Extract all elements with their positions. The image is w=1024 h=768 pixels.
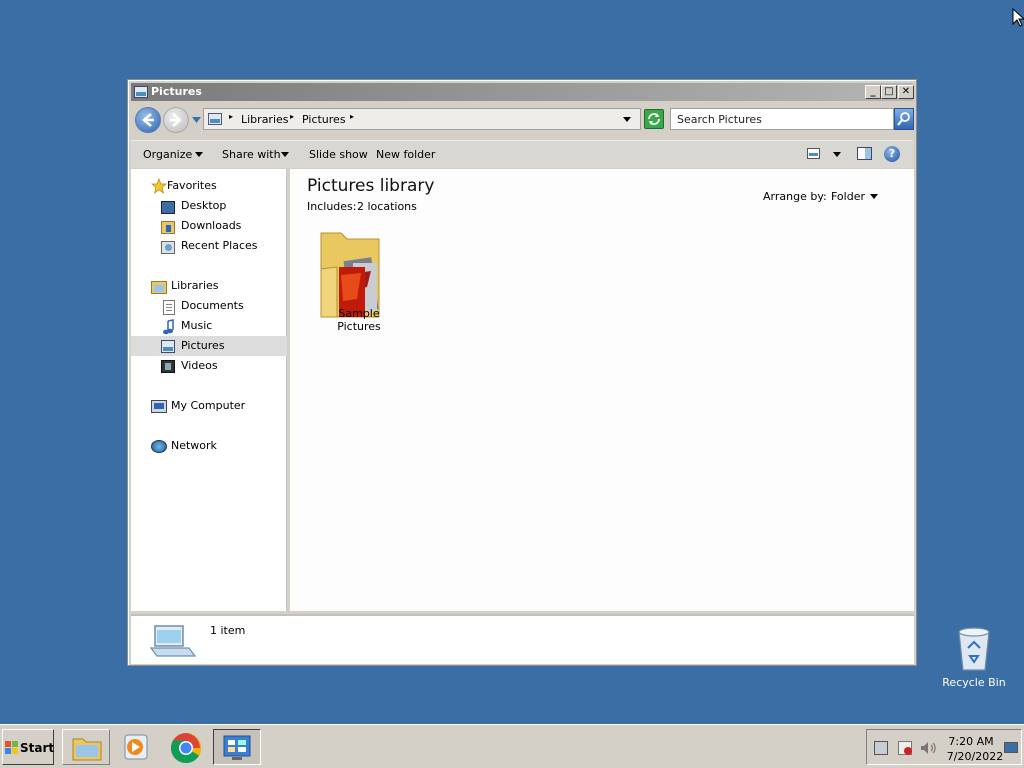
window-title: Pictures <box>151 85 202 98</box>
breadcrumb-libraries[interactable]: Libraries <box>241 113 289 126</box>
clock-date[interactable]: 7/20/2022 <box>945 750 1005 763</box>
action-center-icon[interactable] <box>898 741 912 755</box>
taskbar-media-player[interactable] <box>118 729 154 765</box>
nav-desktop[interactable]: Desktop <box>181 196 226 216</box>
share-with-button[interactable]: Share with <box>222 148 281 161</box>
minimize-button[interactable]: _ <box>865 85 881 99</box>
search-button[interactable] <box>894 108 914 130</box>
help-icon[interactable]: ? <box>884 146 900 162</box>
start-button[interactable]: Start <box>2 729 54 765</box>
search-icon <box>897 112 910 126</box>
organize-button[interactable]: Organize <box>143 148 192 161</box>
network-tray-icon[interactable] <box>874 741 888 755</box>
taskbar: Start 7:20 AM 7/20/2022 <box>0 724 1024 768</box>
library-icon <box>208 113 222 125</box>
nav-libraries[interactable]: Libraries <box>171 276 219 296</box>
title-bar[interactable]: Pictures _ □ ✕ <box>131 83 914 101</box>
refresh-icon <box>648 113 660 125</box>
library-title: Pictures library <box>307 176 435 196</box>
slide-show-button[interactable]: Slide show <box>309 148 368 161</box>
view-dropdown-icon[interactable] <box>833 152 841 157</box>
search-input[interactable]: Search Pictures <box>670 108 894 130</box>
recent-pages-dropdown-icon[interactable] <box>192 117 201 123</box>
chrome-icon <box>170 733 202 764</box>
recycle-bin-icon <box>958 627 990 671</box>
folder-icon <box>320 232 380 318</box>
new-folder-button[interactable]: New folder <box>376 148 435 161</box>
documents-icon <box>163 300 175 315</box>
arrange-dropdown-icon[interactable] <box>870 194 878 199</box>
library-items-icon <box>149 625 197 657</box>
maximize-button[interactable]: □ <box>881 85 897 99</box>
show-desktop-icon[interactable] <box>1004 742 1018 753</box>
start-label: Start <box>20 741 55 755</box>
navigation-pane: Favorites Desktop Downloads Recent Place… <box>131 169 287 611</box>
forward-arrow-icon <box>170 113 182 127</box>
taskbar-chrome[interactable] <box>167 729 205 765</box>
breadcrumb-chevron-icon[interactable]: ▸ <box>229 112 233 121</box>
folder-icon <box>72 738 102 761</box>
includes-label: Includes: <box>307 200 357 213</box>
taskbar-control-panel-active[interactable] <box>213 729 261 765</box>
media-player-icon <box>124 734 148 760</box>
network-icon <box>151 440 167 453</box>
back-arrow-icon <box>142 113 154 127</box>
pictures-icon <box>134 86 148 98</box>
view-options-button[interactable] <box>807 148 820 159</box>
nav-favorites[interactable]: Favorites <box>167 176 217 196</box>
refresh-button[interactable] <box>644 109 664 129</box>
clock-time[interactable]: 7:20 AM <box>945 735 997 748</box>
back-button[interactable] <box>135 107 161 133</box>
address-history-dropdown-icon[interactable] <box>623 117 631 122</box>
details-pane: 1 item <box>131 614 914 664</box>
forward-button[interactable] <box>163 107 189 133</box>
windows-logo-icon <box>5 741 18 754</box>
explorer-window: Pictures _ □ ✕ ▸ Libraries ▸ Pictures ▸ … <box>127 79 917 666</box>
desktop-icon <box>161 201 175 214</box>
mouse-cursor-icon <box>1012 8 1024 27</box>
sample-pictures-folder[interactable]: Sample Pictures <box>312 229 402 333</box>
music-note-icon <box>163 319 174 335</box>
share-dropdown-icon[interactable] <box>281 152 289 157</box>
taskbar-explorer[interactable] <box>62 729 110 765</box>
system-tray: 7:20 AM 7/20/2022 <box>866 729 1022 765</box>
nav-recent-places[interactable]: Recent Places <box>181 236 258 256</box>
recycle-bin-label: Recycle Bin <box>942 676 1006 689</box>
breadcrumb-chevron-icon[interactable]: ▸ <box>290 112 294 121</box>
preview-pane-icon[interactable] <box>857 147 872 160</box>
nav-downloads[interactable]: Downloads <box>181 216 241 236</box>
folder-label: Sample Pictures <box>337 307 381 333</box>
recycle-bin-desktop-icon[interactable]: Recycle Bin <box>942 624 1006 694</box>
libraries-icon <box>151 281 167 294</box>
nav-pictures-label: Pictures <box>181 339 225 352</box>
recent-places-icon <box>161 241 175 254</box>
address-row: ▸ Libraries ▸ Pictures ▸ Search Pictures <box>131 104 914 136</box>
star-icon <box>151 178 167 194</box>
nav-music[interactable]: Music <box>181 316 212 336</box>
volume-icon[interactable] <box>920 741 938 755</box>
downloads-icon <box>161 221 175 234</box>
breadcrumb-pictures[interactable]: Pictures <box>302 113 346 126</box>
nav-documents[interactable]: Documents <box>181 296 244 316</box>
arrange-by-label: Arrange by: <box>763 190 827 203</box>
computer-icon <box>151 400 167 413</box>
content-pane: Pictures library Includes: 2 locations A… <box>290 169 914 611</box>
nav-videos[interactable]: Videos <box>181 356 218 376</box>
close-button[interactable]: ✕ <box>898 85 914 99</box>
breadcrumb-chevron-icon[interactable]: ▸ <box>350 112 354 121</box>
nav-pictures-selected[interactable]: Pictures <box>131 336 287 356</box>
arrange-by-dropdown[interactable]: Folder <box>831 190 865 203</box>
pictures-icon <box>161 340 175 353</box>
nav-network[interactable]: Network <box>171 436 217 456</box>
videos-icon <box>161 360 175 373</box>
address-bar[interactable]: ▸ Libraries ▸ Pictures ▸ <box>203 108 641 130</box>
includes-locations-link[interactable]: 2 locations <box>357 200 417 213</box>
control-panel-icon <box>223 735 251 760</box>
command-bar: Organize Share with Slide show New folde… <box>131 140 913 168</box>
status-item-count: 1 item <box>210 624 246 637</box>
organize-dropdown-icon[interactable] <box>195 152 203 157</box>
nav-my-computer[interactable]: My Computer <box>171 396 245 416</box>
